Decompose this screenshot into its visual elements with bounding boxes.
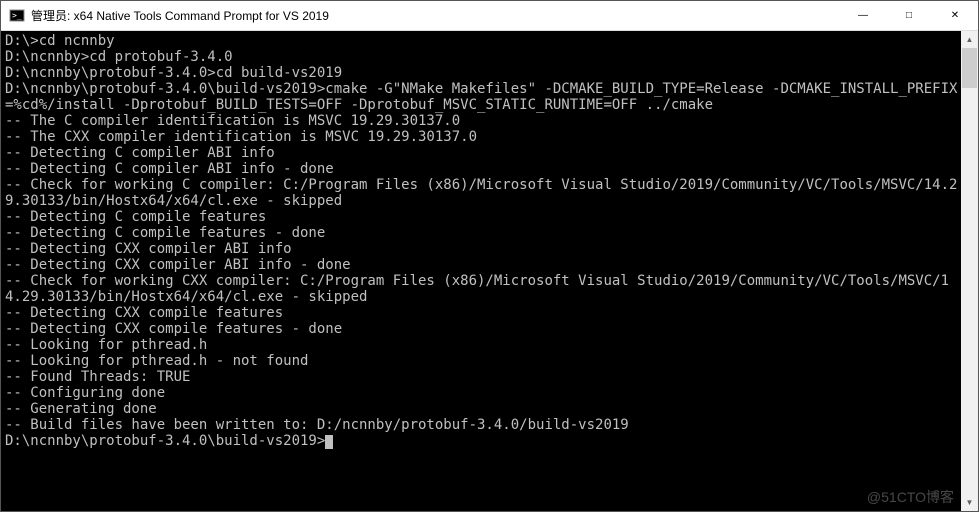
terminal-line: -- Configuring done (5, 385, 961, 401)
terminal-line: -- Detecting C compile features (5, 209, 961, 225)
scroll-up-button[interactable]: ▲ (961, 31, 978, 48)
terminal-line: -- Generating done (5, 401, 961, 417)
close-button[interactable]: ✕ (932, 1, 978, 30)
terminal-line: -- The C compiler identification is MSVC… (5, 113, 961, 129)
app-icon: >_ (9, 8, 25, 24)
terminal-line: D:\ncnnby\protobuf-3.4.0>cd build-vs2019 (5, 65, 961, 81)
terminal-line: D:\ncnnby>cd protobuf-3.4.0 (5, 49, 961, 65)
terminal-line: -- Detecting CXX compile features (5, 305, 961, 321)
terminal-line: -- Detecting CXX compile features - done (5, 321, 961, 337)
terminal-line: -- Detecting C compile features - done (5, 225, 961, 241)
terminal-line: -- Check for working CXX compiler: C:/Pr… (5, 273, 961, 305)
app-window: >_ 管理员: x64 Native Tools Command Prompt … (0, 0, 979, 512)
minimize-button[interactable]: — (840, 1, 886, 30)
maximize-button[interactable]: □ (886, 1, 932, 30)
terminal-line: -- Looking for pthread.h (5, 337, 961, 353)
terminal-output[interactable]: D:\>cd ncnnbyD:\ncnnby>cd protobuf-3.4.0… (1, 31, 961, 511)
scroll-down-button[interactable]: ▼ (961, 494, 978, 511)
terminal-line: D:\ncnnby\protobuf-3.4.0\build-vs2019>cm… (5, 81, 961, 113)
svg-text:>_: >_ (12, 11, 22, 20)
vertical-scrollbar[interactable]: ▲ ▼ (961, 31, 978, 511)
window-title: 管理员: x64 Native Tools Command Prompt for… (31, 7, 840, 24)
terminal-line: -- Detecting CXX compiler ABI info - don… (5, 257, 961, 273)
scroll-thumb[interactable] (962, 48, 977, 88)
titlebar[interactable]: >_ 管理员: x64 Native Tools Command Prompt … (1, 1, 978, 31)
terminal-line: -- The CXX compiler identification is MS… (5, 129, 961, 145)
cursor (325, 435, 333, 449)
terminal-line: -- Build files have been written to: D:/… (5, 417, 961, 433)
terminal-line: D:\ncnnby\protobuf-3.4.0\build-vs2019> (5, 433, 961, 449)
client-area: D:\>cd ncnnbyD:\ncnnby>cd protobuf-3.4.0… (1, 31, 978, 511)
terminal-line: -- Detecting C compiler ABI info (5, 145, 961, 161)
terminal-line: D:\>cd ncnnby (5, 33, 961, 49)
terminal-line: -- Check for working C compiler: C:/Prog… (5, 177, 961, 209)
window-controls: — □ ✕ (840, 1, 978, 30)
terminal-line: -- Detecting CXX compiler ABI info (5, 241, 961, 257)
terminal-line: -- Found Threads: TRUE (5, 369, 961, 385)
terminal-line: -- Detecting C compiler ABI info - done (5, 161, 961, 177)
terminal-line: -- Looking for pthread.h - not found (5, 353, 961, 369)
